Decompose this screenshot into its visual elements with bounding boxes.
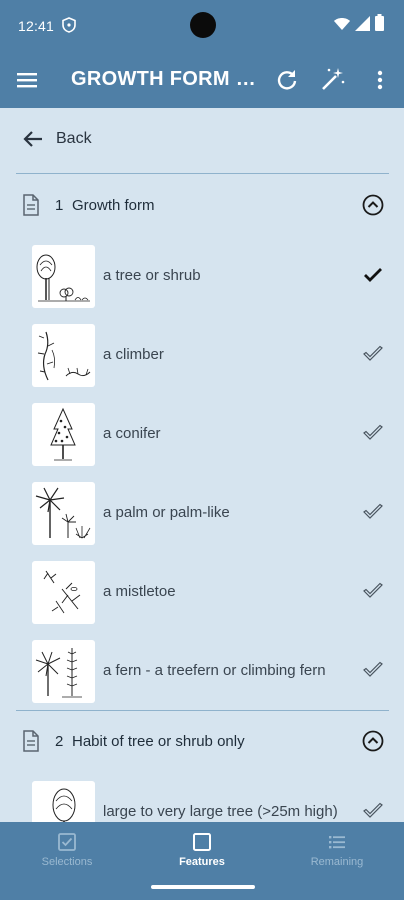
section-number: 2 bbox=[55, 733, 64, 750]
state-row-climber[interactable]: a climber bbox=[0, 318, 404, 397]
gesture-handle[interactable] bbox=[151, 885, 255, 889]
state-label: a mistletoe bbox=[103, 583, 176, 600]
square-icon bbox=[193, 833, 211, 851]
status-time: 12:41 bbox=[18, 18, 55, 34]
outline-check-icon bbox=[363, 424, 383, 440]
refresh-icon[interactable] bbox=[274, 67, 300, 93]
fern-illustration bbox=[32, 640, 95, 703]
state-row-mistletoe[interactable]: a mistletoe bbox=[0, 555, 404, 634]
checkbox-icon bbox=[58, 833, 76, 851]
section-title: Growth form bbox=[72, 197, 155, 214]
outline-check-icon bbox=[363, 802, 383, 818]
palm-illustration bbox=[32, 482, 95, 545]
conifer-illustration bbox=[32, 403, 95, 466]
document-icon bbox=[23, 194, 39, 216]
chevron-up-circle-icon[interactable] bbox=[362, 730, 384, 752]
status-bar: 12:41 bbox=[0, 0, 404, 52]
state-row-fern[interactable]: a fern - a treefern or climbing fern bbox=[0, 634, 404, 713]
nav-features[interactable]: Features bbox=[135, 822, 269, 882]
bottom-navigation: Selections Features Remaining bbox=[0, 822, 404, 900]
mistletoe-illustration bbox=[32, 561, 95, 624]
menu-icon[interactable] bbox=[14, 68, 40, 92]
state-label: a climber bbox=[103, 346, 164, 363]
section-title: Habit of tree or shrub only bbox=[72, 733, 245, 750]
state-label: a conifer bbox=[103, 425, 161, 442]
magic-wand-icon[interactable] bbox=[318, 65, 346, 93]
state-row-tree-or-shrub[interactable]: a tree or shrub bbox=[0, 239, 404, 318]
outline-check-icon bbox=[363, 345, 383, 361]
climber-illustration bbox=[32, 324, 95, 387]
state-label: a tree or shrub bbox=[103, 267, 201, 284]
shield-icon bbox=[62, 17, 76, 33]
divider bbox=[16, 710, 389, 711]
nav-remaining[interactable]: Remaining bbox=[270, 822, 404, 882]
nav-selections[interactable]: Selections bbox=[0, 822, 134, 882]
state-row-conifer[interactable]: a conifer bbox=[0, 397, 404, 476]
state-label: a fern - a treefern or climbing fern bbox=[103, 662, 326, 679]
app-bar: GROWTH FORM &... bbox=[0, 52, 404, 108]
camera-cutout bbox=[190, 12, 216, 38]
nav-label: Remaining bbox=[310, 856, 364, 868]
outline-check-icon bbox=[363, 503, 383, 519]
state-row-palm[interactable]: a palm or palm-like bbox=[0, 476, 404, 555]
outline-check-icon bbox=[363, 661, 383, 677]
outline-check-icon bbox=[363, 582, 383, 598]
battery-icon bbox=[375, 14, 384, 31]
nav-label: Selections bbox=[41, 856, 93, 868]
state-label: large to very large tree (>25m high) bbox=[103, 803, 338, 820]
chevron-up-circle-icon[interactable] bbox=[362, 194, 384, 216]
wifi-icon bbox=[334, 18, 350, 30]
divider bbox=[16, 173, 389, 174]
back-button[interactable]: Back bbox=[0, 110, 404, 168]
back-label: Back bbox=[56, 130, 92, 147]
signal-icon bbox=[355, 16, 370, 31]
section-header-growth-form[interactable]: 1 Growth form bbox=[0, 176, 404, 236]
tree-shrub-illustration bbox=[32, 245, 95, 308]
page-title: GROWTH FORM &... bbox=[71, 68, 257, 90]
arrow-back-icon bbox=[23, 131, 42, 147]
list-icon bbox=[329, 836, 345, 849]
document-icon bbox=[23, 730, 39, 752]
nav-label: Features bbox=[179, 856, 225, 868]
more-vert-icon[interactable] bbox=[370, 67, 390, 93]
section-number: 1 bbox=[55, 197, 64, 214]
solid-check-icon bbox=[364, 268, 382, 282]
section-header-habit[interactable]: 2 Habit of tree or shrub only bbox=[0, 712, 404, 772]
state-label: a palm or palm-like bbox=[103, 504, 230, 521]
